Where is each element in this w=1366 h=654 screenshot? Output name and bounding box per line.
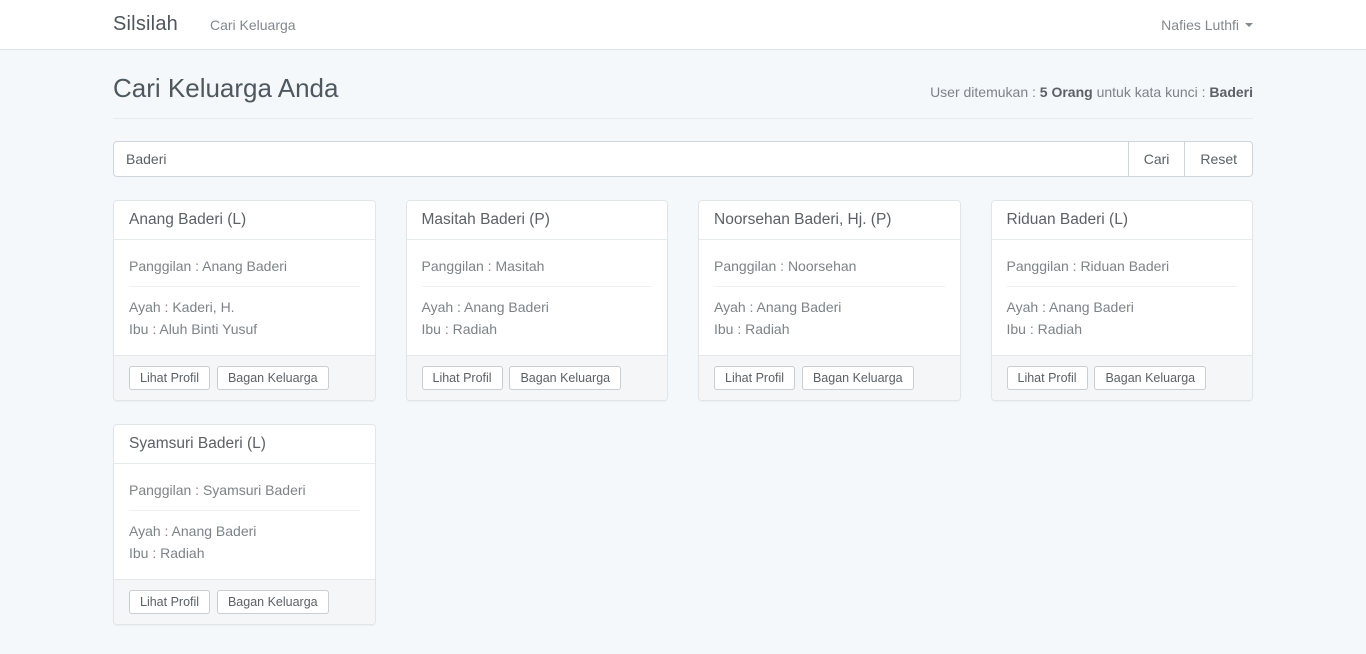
result-middle: untuk kata kunci : <box>1093 84 1210 100</box>
search-input[interactable] <box>113 141 1129 177</box>
person-card-footer: Lihat Profil Bagan Keluarga <box>992 355 1253 400</box>
person-nickname: Panggilan : Riduan Baderi <box>1007 255 1238 277</box>
bagan-keluarga-button[interactable]: Bagan Keluarga <box>217 590 329 614</box>
divider <box>1007 286 1238 287</box>
bagan-keluarga-button[interactable]: Bagan Keluarga <box>217 366 329 390</box>
result-summary: User ditemukan : 5 Orang untuk kata kunc… <box>930 84 1253 104</box>
person-card: Masitah Baderi (P) Panggilan : Masitah A… <box>406 200 669 401</box>
person-father: Ayah : Anang Baderi <box>714 296 945 318</box>
page-title: Cari Keluarga Anda <box>113 73 338 104</box>
page-header: Cari Keluarga Anda User ditemukan : 5 Or… <box>113 73 1253 119</box>
lihat-profil-button[interactable]: Lihat Profil <box>129 366 210 390</box>
chevron-down-icon <box>1245 23 1253 27</box>
user-menu-label: Nafies Luthfi <box>1161 17 1239 33</box>
search-bar: Cari Reset <box>113 141 1253 177</box>
person-card: Syamsuri Baderi (L) Panggilan : Syamsuri… <box>113 424 376 625</box>
person-nickname: Panggilan : Syamsuri Baderi <box>129 479 360 501</box>
divider <box>714 286 945 287</box>
person-mother: Ibu : Aluh Binti Yusuf <box>129 318 360 340</box>
person-card-title: Anang Baderi (L) <box>114 201 375 240</box>
person-card: Noorsehan Baderi, Hj. (P) Panggilan : No… <box>698 200 961 401</box>
user-menu-dropdown[interactable]: Nafies Luthfi <box>1161 17 1253 33</box>
person-father: Ayah : Anang Baderi <box>422 296 653 318</box>
person-nickname: Panggilan : Anang Baderi <box>129 255 360 277</box>
person-card-title: Masitah Baderi (P) <box>407 201 668 240</box>
person-card-body: Panggilan : Syamsuri Baderi Ayah : Anang… <box>114 464 375 579</box>
cari-button[interactable]: Cari <box>1128 141 1186 177</box>
divider <box>129 286 360 287</box>
divider <box>129 510 360 511</box>
lihat-profil-button[interactable]: Lihat Profil <box>1007 366 1088 390</box>
person-card-footer: Lihat Profil Bagan Keluarga <box>699 355 960 400</box>
person-card-footer: Lihat Profil Bagan Keluarga <box>114 579 375 624</box>
lihat-profil-button[interactable]: Lihat Profil <box>129 590 210 614</box>
bagan-keluarga-button[interactable]: Bagan Keluarga <box>802 366 914 390</box>
person-mother: Ibu : Radiah <box>129 542 360 564</box>
bagan-keluarga-button[interactable]: Bagan Keluarga <box>509 366 621 390</box>
result-prefix: User ditemukan : <box>930 84 1040 100</box>
person-mother: Ibu : Radiah <box>714 318 945 340</box>
person-card: Riduan Baderi (L) Panggilan : Riduan Bad… <box>991 200 1254 401</box>
person-mother: Ibu : Radiah <box>422 318 653 340</box>
person-card: Anang Baderi (L) Panggilan : Anang Bader… <box>113 200 376 401</box>
bagan-keluarga-button[interactable]: Bagan Keluarga <box>1094 366 1206 390</box>
person-card-title: Syamsuri Baderi (L) <box>114 425 375 464</box>
lihat-profil-button[interactable]: Lihat Profil <box>714 366 795 390</box>
person-father: Ayah : Kaderi, H. <box>129 296 360 318</box>
person-card-footer: Lihat Profil Bagan Keluarga <box>114 355 375 400</box>
top-navbar: Silsilah Cari Keluarga Nafies Luthfi <box>0 0 1366 50</box>
divider <box>422 286 653 287</box>
brand-link[interactable]: Silsilah <box>113 13 178 36</box>
result-count: 5 Orang <box>1040 84 1093 100</box>
results-grid: Anang Baderi (L) Panggilan : Anang Bader… <box>113 200 1253 625</box>
result-keyword: Baderi <box>1209 84 1253 100</box>
reset-button[interactable]: Reset <box>1184 141 1253 177</box>
person-mother: Ibu : Radiah <box>1007 318 1238 340</box>
person-card-body: Panggilan : Riduan Baderi Ayah : Anang B… <box>992 240 1253 355</box>
person-card-body: Panggilan : Masitah Ayah : Anang Baderi … <box>407 240 668 355</box>
person-card-body: Panggilan : Noorsehan Ayah : Anang Bader… <box>699 240 960 355</box>
person-card-title: Noorsehan Baderi, Hj. (P) <box>699 201 960 240</box>
person-father: Ayah : Anang Baderi <box>1007 296 1238 318</box>
nav-item-cari-keluarga[interactable]: Cari Keluarga <box>210 17 296 33</box>
person-card-body: Panggilan : Anang Baderi Ayah : Kaderi, … <box>114 240 375 355</box>
person-nickname: Panggilan : Noorsehan <box>714 255 945 277</box>
person-father: Ayah : Anang Baderi <box>129 520 360 542</box>
lihat-profil-button[interactable]: Lihat Profil <box>422 366 503 390</box>
person-card-title: Riduan Baderi (L) <box>992 201 1253 240</box>
person-nickname: Panggilan : Masitah <box>422 255 653 277</box>
person-card-footer: Lihat Profil Bagan Keluarga <box>407 355 668 400</box>
